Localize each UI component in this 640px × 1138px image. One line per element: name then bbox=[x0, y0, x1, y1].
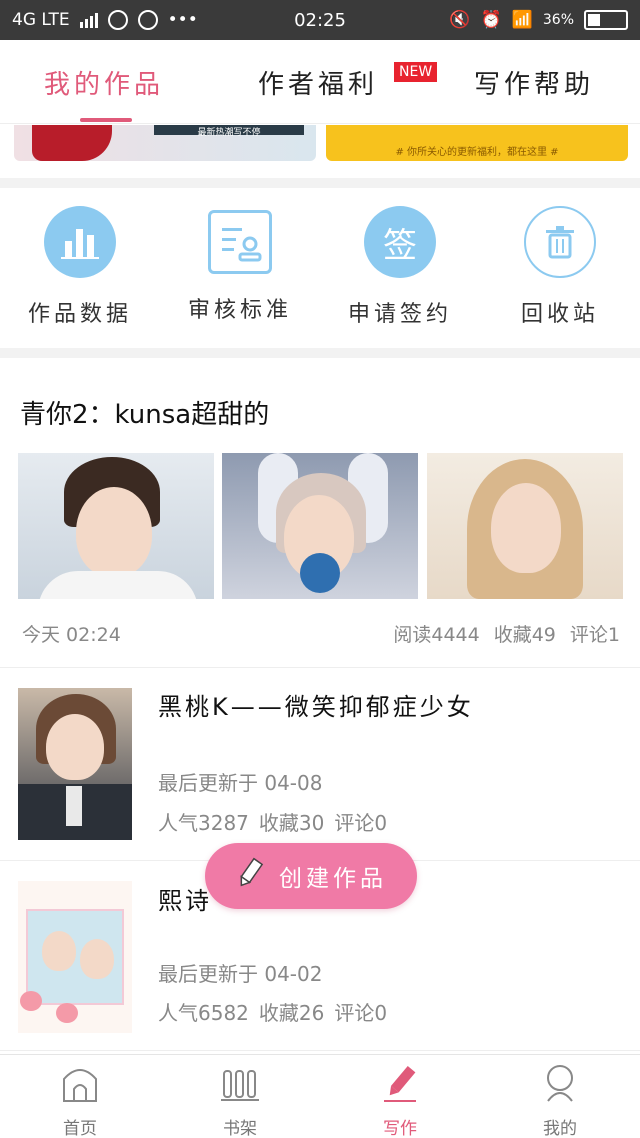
featured-reads: 阅读4444 bbox=[393, 624, 480, 646]
banner-right[interactable]: # 你所关心的更新福利，都在这里 # bbox=[326, 125, 628, 161]
nav-bookshelf-label: 书架 bbox=[223, 1119, 257, 1138]
pen-icon bbox=[384, 1065, 416, 1102]
nav-home-label: 首页 bbox=[63, 1119, 97, 1138]
sign-glyph: 签 bbox=[383, 225, 417, 266]
banner-row: 最新热潮写不停 # 你所关心的更新福利，都在这里 # bbox=[0, 125, 640, 179]
nav-write-label: 写作 bbox=[383, 1119, 417, 1138]
banner-figure bbox=[32, 125, 112, 161]
network-label: 4G LTE bbox=[12, 10, 70, 30]
sign-icon: 签 bbox=[364, 206, 436, 278]
divider bbox=[0, 178, 640, 188]
nav-home[interactable]: 首页 bbox=[0, 1063, 160, 1138]
tab-my-works-label: 我的作品 bbox=[44, 69, 165, 100]
work-updated: 最后更新于 04-02 bbox=[158, 962, 323, 986]
featured-image-2 bbox=[222, 453, 418, 599]
status-bar: 4G LTE ••• 02:25 🔇 ⏰ 📶 36% bbox=[0, 0, 640, 40]
action-work-data[interactable]: 作品数据 bbox=[5, 206, 155, 328]
top-tab-bar: 我的作品 作者福利 NEW 写作帮助 bbox=[0, 40, 640, 124]
nav-me[interactable]: 我的 bbox=[480, 1063, 640, 1138]
bottom-nav: 首页 书架 写作 我的 bbox=[0, 1054, 640, 1138]
quick-actions: 作品数据 审核标准 签 申请签约 回收站 bbox=[0, 188, 640, 348]
action-label: 作品数据 bbox=[27, 302, 132, 327]
work-title: 黑桃K——微笑抑郁症少女 bbox=[158, 693, 474, 721]
create-work-button[interactable]: 创建作品 bbox=[205, 843, 417, 909]
work-favorites: 收藏26 bbox=[258, 1001, 325, 1025]
work-comments: 评论0 bbox=[334, 1001, 388, 1025]
work-cover bbox=[18, 881, 132, 1033]
banner-left[interactable]: 最新热潮写不停 bbox=[14, 125, 316, 161]
create-work-label: 创建作品 bbox=[279, 866, 387, 892]
signal-icon bbox=[79, 12, 98, 28]
work-popularity: 人气6582 bbox=[158, 1001, 249, 1025]
work-item[interactable]: 黑桃K——微笑抑郁症少女 最后更新于 04-08 人气3287 收藏30 评论0 bbox=[0, 669, 640, 861]
home-icon bbox=[63, 1069, 97, 1102]
nav-write[interactable]: 写作 bbox=[320, 1063, 480, 1138]
nav-bookshelf[interactable]: 书架 bbox=[160, 1063, 320, 1138]
work-cover bbox=[18, 688, 132, 840]
work-stats: 人气3287 收藏30 评论0 bbox=[158, 807, 387, 836]
action-apply-contract[interactable]: 签 申请签约 bbox=[325, 206, 475, 328]
featured-title: 青你2：kunsa超甜的 bbox=[20, 400, 270, 430]
trash-icon bbox=[524, 206, 596, 278]
new-badge: NEW bbox=[394, 62, 438, 82]
pencil-icon bbox=[235, 857, 265, 895]
banner-right-caption: # 你所关心的更新福利，都在这里 # bbox=[395, 147, 559, 158]
action-label: 申请签约 bbox=[347, 302, 452, 327]
featured-time: 今天 02:24 bbox=[22, 624, 121, 646]
featured-image-3 bbox=[427, 453, 623, 599]
work-title: 熙诗 bbox=[158, 887, 212, 915]
more-notifications-icon: ••• bbox=[167, 10, 198, 30]
status-left: 4G LTE ••• bbox=[12, 10, 449, 30]
action-label: 审核标准 bbox=[187, 298, 292, 323]
tab-writing-help-label: 写作帮助 bbox=[474, 69, 595, 100]
active-tab-indicator bbox=[80, 118, 132, 122]
profile-icon bbox=[547, 1065, 573, 1102]
bar-chart-icon bbox=[44, 206, 116, 278]
action-recycle-bin[interactable]: 回收站 bbox=[485, 206, 635, 328]
action-label: 回收站 bbox=[520, 302, 599, 327]
divider bbox=[0, 348, 640, 358]
banner-left-caption: 最新热潮写不停 bbox=[154, 125, 304, 138]
wifi-icon: 📶 bbox=[511, 10, 533, 30]
battery-level: 36% bbox=[542, 12, 574, 28]
bookshelf-icon bbox=[221, 1070, 259, 1101]
nav-me-label: 我的 bbox=[543, 1119, 577, 1138]
document-user-icon bbox=[208, 210, 272, 274]
work-updated: 最后更新于 04-08 bbox=[158, 771, 323, 795]
work-popularity: 人气3287 bbox=[158, 811, 249, 835]
alarm-icon: ⏰ bbox=[480, 10, 502, 30]
featured-stats: 阅读4444 收藏49 评论1 bbox=[393, 620, 620, 647]
app-notification-icon bbox=[107, 10, 128, 30]
work-stats: 人气6582 收藏26 评论0 bbox=[158, 997, 387, 1026]
work-comments: 评论0 bbox=[334, 811, 388, 835]
battery-icon bbox=[584, 10, 628, 30]
mute-icon: 🔇 bbox=[449, 10, 471, 30]
qq-notification-icon bbox=[137, 10, 158, 30]
featured-favorites: 收藏49 bbox=[493, 624, 556, 646]
tab-author-welfare[interactable]: 作者福利 bbox=[258, 40, 378, 124]
featured-image-1 bbox=[18, 453, 214, 599]
work-favorites: 收藏30 bbox=[258, 811, 325, 835]
tab-my-works[interactable]: 我的作品 bbox=[44, 40, 164, 124]
tab-author-welfare-label: 作者福利 bbox=[258, 69, 379, 100]
featured-comments: 评论1 bbox=[569, 624, 620, 646]
status-right: 🔇 ⏰ 📶 36% bbox=[449, 10, 628, 30]
action-review-standards[interactable]: 审核标准 bbox=[165, 206, 315, 324]
tab-writing-help[interactable]: 写作帮助 bbox=[474, 40, 594, 124]
featured-work-card[interactable]: 青你2：kunsa超甜的 今天 02:24 阅读4444 收藏49 评论1 bbox=[0, 358, 640, 668]
